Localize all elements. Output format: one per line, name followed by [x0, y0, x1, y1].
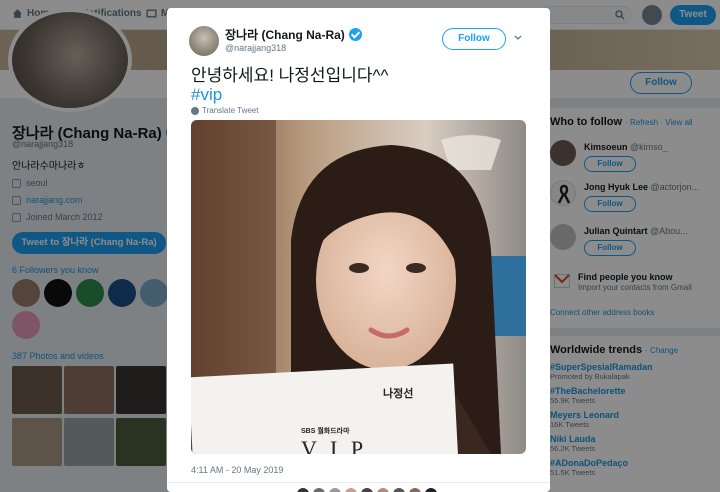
globe-icon [191, 106, 199, 115]
translate-tweet-label: Translate Tweet [202, 106, 259, 115]
script-cover-drama: V I P [301, 436, 368, 454]
liker-avatar[interactable] [409, 488, 421, 492]
liker-avatar[interactable] [361, 488, 373, 492]
divider [167, 482, 550, 483]
translate-tweet-link[interactable]: Translate Tweet [191, 106, 258, 115]
tweet-timestamp[interactable]: 4:11 AM - 20 May 2019 [191, 465, 283, 475]
chevron-down-icon[interactable] [514, 34, 522, 42]
hashtag-link[interactable]: #vip [191, 85, 222, 105]
liker-avatar[interactable] [329, 488, 341, 492]
follow-button[interactable]: Follow [442, 28, 506, 50]
avatar[interactable] [189, 26, 219, 56]
script-cover-brand-sub: 월화드라마 [317, 428, 350, 435]
script-cover-brand-name: SBS [301, 428, 316, 435]
script-cover-title: 나정선 [383, 388, 414, 400]
liker-avatar[interactable] [425, 488, 437, 492]
script-cover-brand: SBS 월화드라마 [301, 426, 350, 436]
tweet-author-name-text: 장나라 (Chang Na-Ra) [225, 28, 345, 42]
tweet-author-handle[interactable]: @narajjang318 [225, 43, 286, 53]
liker-avatar[interactable] [377, 488, 389, 492]
tweet-photo[interactable]: 나정선 SBS 월화드라마 V I P [191, 120, 526, 454]
liker-avatar[interactable] [313, 488, 325, 492]
tweet-modal: 장나라 (Chang Na-Ra) @narajjang318 Follow 안… [167, 8, 550, 492]
liker-avatar[interactable] [297, 488, 309, 492]
selfie-image [191, 120, 526, 454]
liker-avatar[interactable] [393, 488, 405, 492]
verified-icon [348, 28, 362, 41]
tweet-text: 안녕하세요! 나정선입니다^^ [191, 66, 389, 85]
liker-avatar[interactable] [345, 488, 357, 492]
tweet-author-name[interactable]: 장나라 (Chang Na-Ra) [225, 26, 362, 43]
